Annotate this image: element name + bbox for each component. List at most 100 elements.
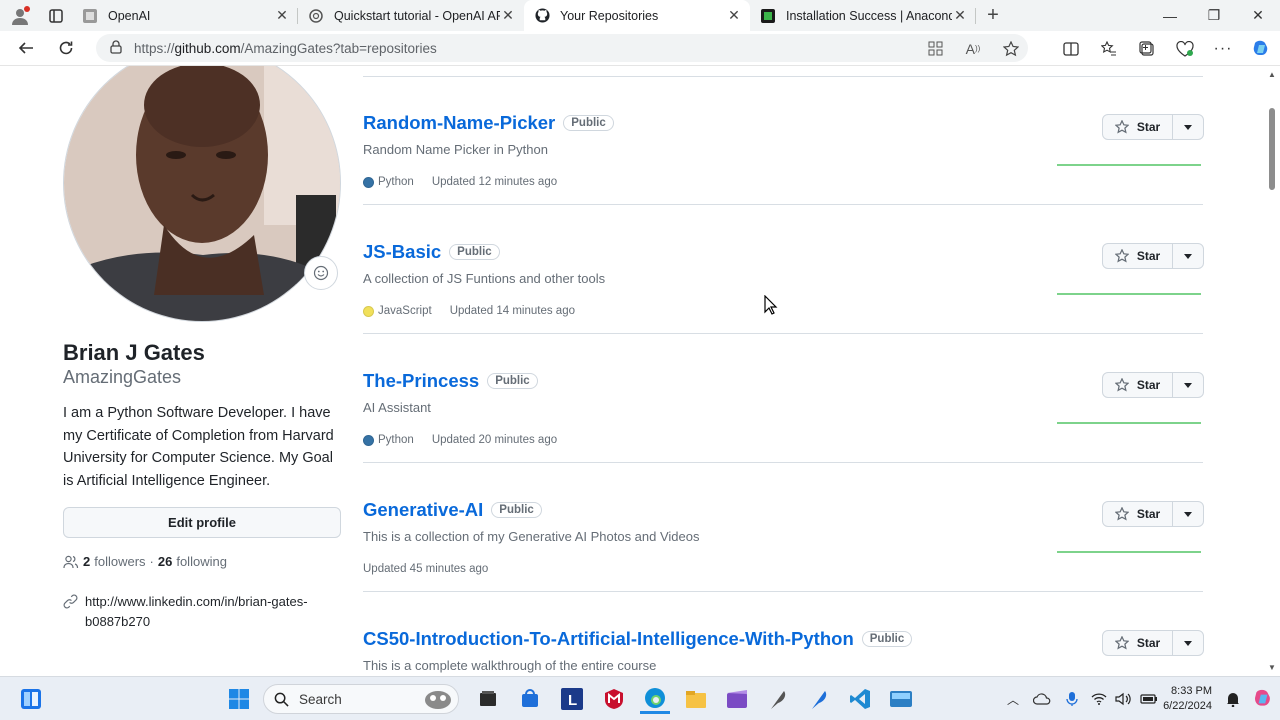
- mcafee-icon[interactable]: [599, 684, 629, 714]
- repository-item: JS-Basic Public A collection of JS Funtio…: [363, 205, 1204, 334]
- store-icon[interactable]: [515, 684, 545, 714]
- avatar[interactable]: [63, 66, 341, 322]
- star-label: Star: [1136, 378, 1161, 392]
- tab-quickstart[interactable]: Quickstart tutorial - OpenAI API ✕: [298, 0, 524, 31]
- app-available-icon[interactable]: [916, 31, 954, 66]
- caret-down-icon: [1184, 124, 1192, 130]
- star-button[interactable]: Star: [1103, 373, 1173, 397]
- anaconda-navigator-icon[interactable]: [886, 684, 916, 714]
- star-list-dropdown[interactable]: [1173, 244, 1203, 268]
- refresh-icon[interactable]: [46, 31, 86, 66]
- copilot-icon[interactable]: [1242, 31, 1280, 66]
- edit-profile-button[interactable]: Edit profile: [63, 507, 341, 538]
- activity-sparkline: [1057, 293, 1201, 295]
- star-button-group: Star: [1102, 114, 1204, 140]
- widgets-icon[interactable]: [16, 684, 46, 714]
- scrollbar-thumb[interactable]: [1269, 108, 1275, 190]
- tab-openai[interactable]: OpenAI ✕: [72, 0, 298, 31]
- following-link[interactable]: 26 following: [158, 554, 227, 569]
- caret-down-icon: [1184, 511, 1192, 517]
- tab-your-repositories[interactable]: Your Repositories ✕: [524, 0, 750, 31]
- activity-sparkline: [1057, 164, 1201, 166]
- launcher-l-icon[interactable]: L: [557, 684, 587, 714]
- favorites-icon[interactable]: [1090, 31, 1128, 66]
- activity-sparkline: [1057, 422, 1201, 424]
- url-prefix: https://: [134, 40, 175, 56]
- tab-title: Quickstart tutorial - OpenAI API: [334, 8, 500, 23]
- repo-updated: Updated 20 minutes ago: [431, 434, 558, 446]
- microphone-icon[interactable]: [1057, 691, 1087, 707]
- following-count: 26: [157, 554, 173, 569]
- repo-name-link[interactable]: Random-Name-Picker: [363, 112, 555, 133]
- repo-name-link[interactable]: Generative-AI: [363, 499, 483, 520]
- taskbar-clock[interactable]: 8:33 PM 6/22/2024: [1163, 684, 1212, 714]
- linkedin-link[interactable]: http://www.linkedin.com/in/brian-gates-b…: [85, 592, 331, 632]
- notification-bell-icon[interactable]: [1220, 691, 1246, 707]
- browser-essentials-icon[interactable]: [1166, 31, 1204, 66]
- split-screen-icon[interactable]: [1052, 31, 1090, 66]
- tab-actions-icon[interactable]: [40, 0, 72, 31]
- taskbar-search[interactable]: Search: [263, 684, 459, 714]
- close-icon[interactable]: ✕: [274, 7, 290, 24]
- tab-title: Installation Success | Anaconda: [786, 8, 952, 23]
- scroll-down-icon[interactable]: ▼: [1268, 663, 1276, 672]
- tab-title: Your Repositories: [560, 8, 659, 23]
- back-icon[interactable]: [6, 31, 46, 66]
- github-page: Brian J Gates AmazingGates I am a Python…: [0, 66, 1264, 676]
- star-button[interactable]: Star: [1103, 502, 1173, 526]
- star-icon: [1114, 378, 1129, 392]
- set-status-button[interactable]: [304, 256, 338, 290]
- more-menu-icon[interactable]: ···: [1204, 31, 1242, 66]
- wifi-icon[interactable]: [1087, 693, 1111, 705]
- start-icon[interactable]: [224, 684, 254, 714]
- repo-language: JavaScript: [378, 305, 432, 317]
- page-scrollbar[interactable]: ▲ ▼: [1264, 66, 1280, 676]
- repo-name-link[interactable]: The-Princess: [363, 370, 479, 391]
- restore-icon[interactable]: ❐: [1192, 0, 1236, 31]
- repo-name-link[interactable]: JS-Basic: [363, 241, 441, 262]
- star-list-dropdown[interactable]: [1173, 115, 1203, 139]
- star-button[interactable]: Star: [1103, 244, 1173, 268]
- scroll-up-icon[interactable]: ▲: [1268, 70, 1276, 79]
- copilot-taskbar-icon[interactable]: [1246, 688, 1280, 710]
- minimize-icon[interactable]: —: [1148, 0, 1192, 31]
- file-explorer-icon[interactable]: [681, 684, 711, 714]
- collections-icon[interactable]: [1128, 31, 1166, 66]
- followers-link[interactable]: 2 followers: [83, 554, 146, 569]
- task-view-icon[interactable]: [473, 684, 503, 714]
- close-icon[interactable]: ✕: [500, 7, 516, 24]
- volume-icon[interactable]: [1111, 692, 1135, 706]
- window-close-icon[interactable]: ✕: [1236, 0, 1280, 31]
- close-icon[interactable]: ✕: [952, 7, 968, 24]
- tab-title: OpenAI: [108, 8, 151, 23]
- feather-pen-icon[interactable]: [804, 684, 834, 714]
- onedrive-icon[interactable]: [1027, 693, 1057, 705]
- quill-pen-icon[interactable]: [763, 684, 793, 714]
- star-list-dropdown[interactable]: [1173, 502, 1203, 526]
- clipchamp-icon[interactable]: [722, 684, 752, 714]
- profile-link: http://www.linkedin.com/in/brian-gates-b…: [63, 592, 331, 632]
- repo-name-link[interactable]: CS50-Introduction-To-Artificial-Intellig…: [363, 628, 854, 649]
- address-bar[interactable]: https://github.com/AmazingGates?tab=repo…: [96, 34, 1028, 62]
- repo-updated: Updated 45 minutes ago: [363, 563, 489, 575]
- new-tab-button[interactable]: +: [976, 0, 1010, 31]
- tab-anaconda[interactable]: Installation Success | Anaconda ✕: [750, 0, 976, 31]
- star-button[interactable]: Star: [1103, 631, 1173, 655]
- profile-icon[interactable]: [0, 0, 40, 31]
- star-button[interactable]: Star: [1103, 115, 1173, 139]
- star-button-group: Star: [1102, 501, 1204, 527]
- close-icon[interactable]: ✕: [726, 7, 742, 24]
- read-aloud-icon[interactable]: A)): [954, 31, 992, 66]
- github-favicon-icon: [534, 8, 550, 24]
- repo-description: This is a collection of my Generative AI…: [363, 529, 700, 544]
- vscode-icon[interactable]: [845, 684, 875, 714]
- chevron-up-icon[interactable]: ︿: [999, 691, 1027, 708]
- lock-icon[interactable]: [110, 39, 122, 57]
- battery-icon[interactable]: [1135, 694, 1163, 704]
- star-list-dropdown[interactable]: [1173, 373, 1203, 397]
- following-label: following: [176, 554, 227, 569]
- edge-icon[interactable]: [640, 684, 670, 714]
- star-list-dropdown[interactable]: [1173, 631, 1203, 655]
- visibility-badge: Public: [563, 115, 614, 131]
- favorite-star-icon[interactable]: [992, 31, 1030, 66]
